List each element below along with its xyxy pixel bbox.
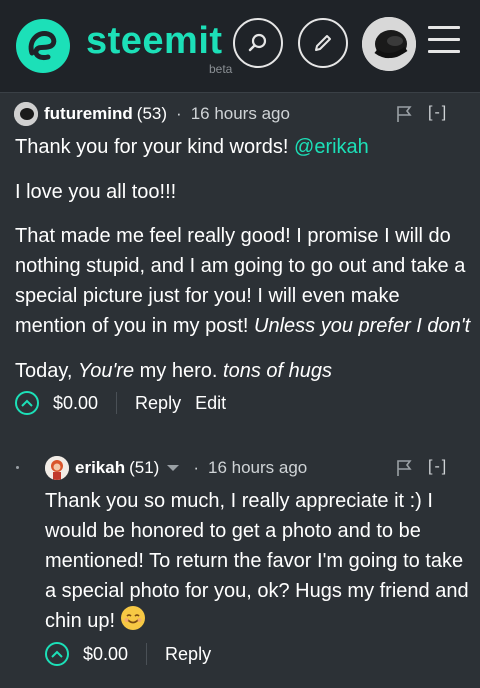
avatar-image [362,17,416,71]
flag-icon[interactable] [395,105,413,123]
comment-body: Thank you for your kind words! @erikah I… [15,132,475,386]
reply-link[interactable]: Reply [165,644,211,665]
chevron-down-icon[interactable] [167,465,180,471]
paragraph-line: special picture just for you! I will eve… [15,285,400,307]
flag-icon[interactable] [395,459,413,477]
italic-text: Unless you prefer I don't [254,315,471,337]
logo-wordmark[interactable]: steemit [86,20,223,63]
author-reputation: (51) [129,458,160,477]
paragraph-text: Today, [15,360,78,382]
comment-timestamp[interactable]: 16 hours ago [191,104,290,124]
chevron-up-icon [51,650,63,658]
paragraph-text: Thank you for your kind words! [15,136,295,158]
avatar-image [14,102,38,126]
hamburger-menu-icon[interactable] [428,26,460,60]
payout-value[interactable]: $0.00 [83,644,128,665]
paragraph-line: That made me feel really good! I promise… [15,225,451,247]
mention-link[interactable]: @erikah [294,136,369,158]
top-bar: steemit beta [0,0,480,93]
comment-footer: $0.00 Reply Edit [15,391,226,415]
author-name[interactable]: futuremind [44,104,133,124]
paragraph-line: mention of you in my post! [15,315,255,337]
author-avatar[interactable] [45,456,69,480]
paragraph-line: nothing stupid, and I am going to go out… [15,255,466,277]
edit-link[interactable]: Edit [195,393,226,414]
italic-text: tons of hugs [223,360,332,382]
search-icon [248,33,267,52]
chevron-up-icon [21,399,33,407]
collapse-toggle[interactable]: [-] [428,104,448,122]
collapse-toggle[interactable]: [-] [428,458,448,476]
paragraph-line: chin up! [45,610,121,632]
pencil-icon [315,35,331,51]
comment-meta: erikah (51) · 16 hours ago [45,456,307,480]
paragraph-line: would be honored to get a photo and to b… [45,520,421,542]
thread-indicator [16,466,19,469]
reply-link[interactable]: Reply [135,393,181,414]
beta-badge: beta [209,62,233,76]
comment-body: Thank you so much, I really appreciate i… [45,486,475,636]
comment-paragraph: Today, You're my hero. tons of hugs [15,356,475,386]
avatar-image [45,456,69,480]
comment-paragraph: I love you all too!!! [15,177,475,207]
comment-paragraph: That made me feel really good! I promise… [15,221,475,341]
meta-separator: · [176,104,182,123]
comment-paragraph: Thank you for your kind words! @erikah [15,132,475,162]
user-avatar-button[interactable] [362,17,416,71]
payout-value[interactable]: $0.00 [53,393,98,414]
paragraph-line: a special photo for you, ok? Hugs my fri… [45,580,469,602]
author-avatar[interactable] [14,102,38,126]
divider [116,392,118,414]
divider [146,643,148,665]
paragraph-line: Thank you so much, I really appreciate i… [45,490,433,512]
author-reputation: (53) [136,104,168,123]
write-post-button[interactable] [298,18,348,68]
smiling-emoji-icon [120,606,145,630]
comment-footer: $0.00 Reply [45,642,211,666]
upvote-button[interactable] [15,391,39,415]
paragraph-text: my hero. [134,360,224,382]
upvote-button[interactable] [45,642,69,666]
comment-meta: futuremind (53) · 16 hours ago [14,102,290,126]
italic-text: You're [78,360,135,382]
steemit-logo-icon[interactable] [14,17,72,75]
author-name[interactable]: erikah [75,458,125,478]
comment-timestamp[interactable]: 16 hours ago [208,458,307,478]
meta-separator: · [193,458,199,477]
comment-paragraph: Thank you so much, I really appreciate i… [45,486,475,636]
search-button[interactable] [233,18,283,68]
paragraph-line: mentioned! To return the favor I'm going… [45,550,464,572]
paragraph-text: I love you all too!!! [15,181,177,203]
